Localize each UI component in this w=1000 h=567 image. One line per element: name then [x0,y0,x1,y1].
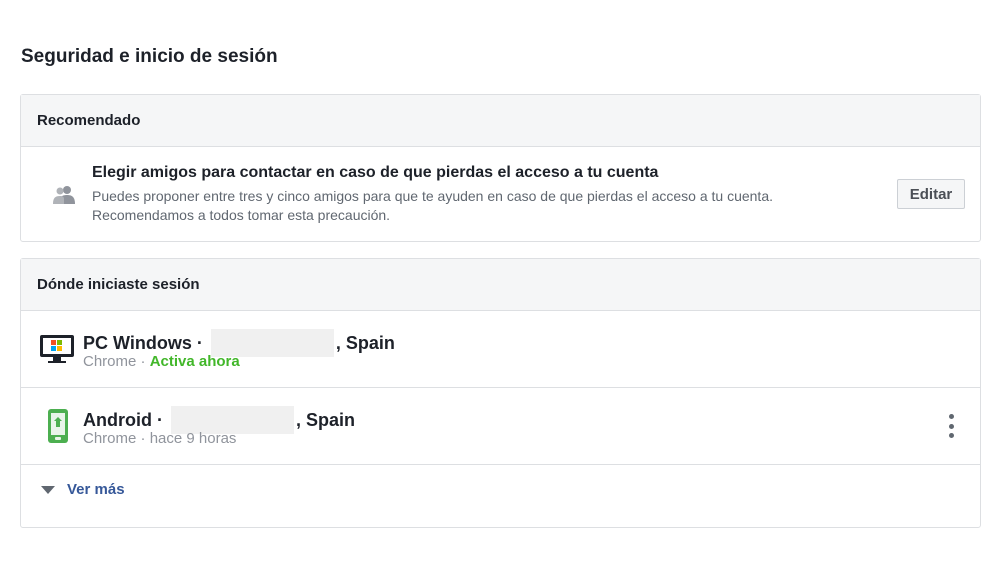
caret-down-icon [41,485,55,494]
location-country: , Spain [295,409,355,430]
last-active-time: hace 9 horas [149,430,237,447]
trusted-contacts-title: Elegir amigos para contactar en caso de … [92,164,659,181]
page-title: Seguridad e inicio de sesión [21,46,278,67]
device-name: PC Windows · [83,332,203,353]
location-country: , Spain [335,332,395,353]
device-name: Android · [83,409,163,430]
session-row-android[interactable]: Android · , Spain Chrome · hace 9 horas [21,388,980,465]
sessions-header: Dónde iniciaste sesión [21,259,980,311]
recommended-panel: Recomendado Elegir amigos para contactar… [20,94,981,242]
trusted-contacts-description: Puedes proponer entre tres y cinco amigo… [92,187,773,225]
trusted-contacts-row: Elegir amigos para contactar en caso de … [21,147,980,241]
android-phone-icon [47,408,69,449]
session-details-android: Chrome · hace 9 horas [83,430,236,447]
recommended-header: Recomendado [21,95,980,147]
more-options-icon[interactable] [943,414,959,438]
session-row-windows[interactable]: PC Windows · , Spain Chrome · Activa aho… [21,311,980,388]
sessions-panel: Dónde iniciaste sesión PC Windows · , Sp… [20,258,981,528]
browser-name: Chrome · [83,353,146,370]
description-line-2: Recomendamos a todos tomar esta precauci… [92,207,391,223]
see-more-link[interactable]: Ver más [41,481,125,498]
session-details-windows: Chrome · Activa ahora [83,353,240,370]
edit-button[interactable]: Editar [897,179,965,209]
friends-icon [52,185,76,205]
windows-pc-icon [39,334,75,369]
description-line-1: Puedes proponer entre tres y cinco amigo… [92,188,773,204]
see-more-label: Ver más [67,481,125,498]
active-status: Activa ahora [149,353,240,370]
browser-name: Chrome · [83,430,146,447]
